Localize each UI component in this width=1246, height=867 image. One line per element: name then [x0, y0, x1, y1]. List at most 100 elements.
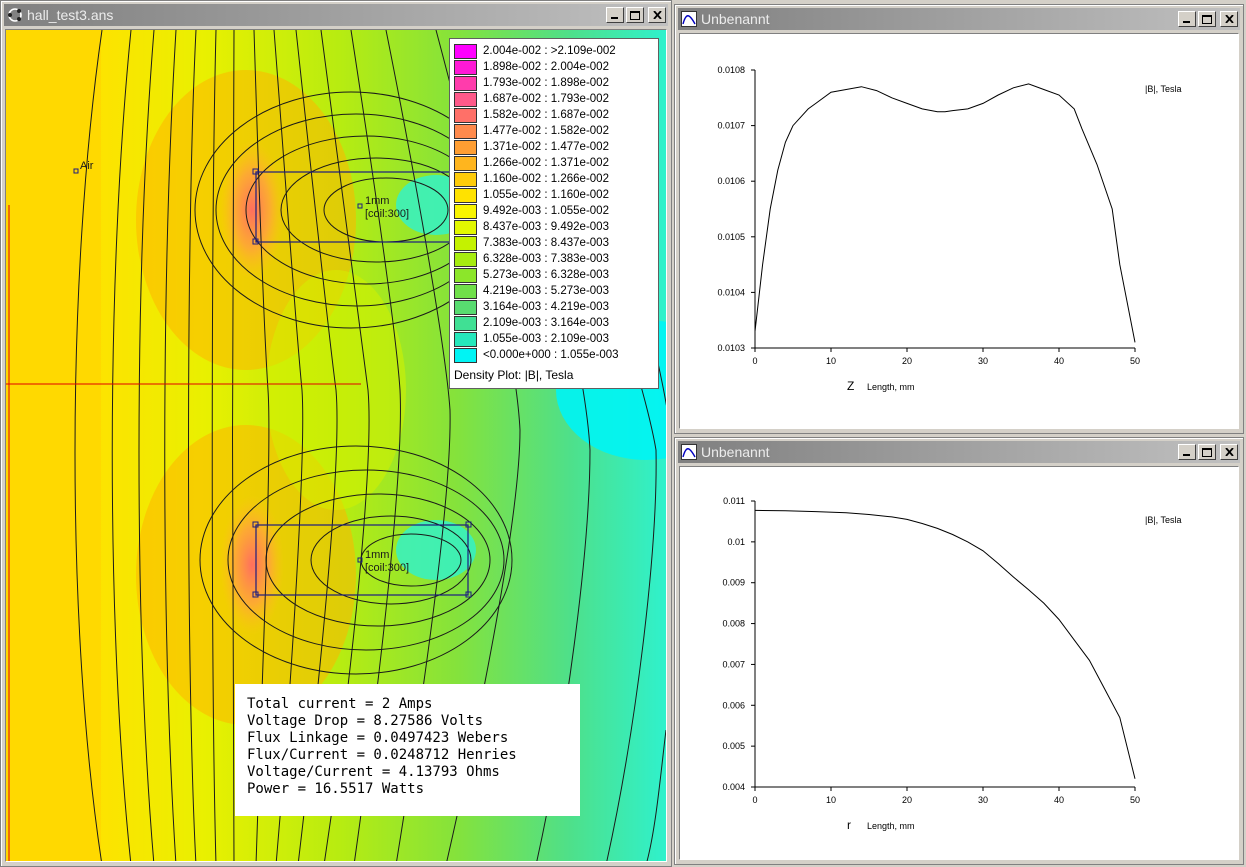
x-tick-label: 40	[1054, 795, 1064, 805]
legend-entry: 6.328e-003 : 7.383e-003	[454, 251, 609, 267]
close-button[interactable]	[1220, 444, 1238, 460]
legend-swatch	[454, 347, 477, 363]
close-button[interactable]	[648, 7, 666, 23]
circuit-results-panel: Total current = 2 Amps Voltage Drop = 8.…	[235, 684, 580, 816]
legend-entry: <0.000e+000 : 1.055e-003	[454, 347, 619, 363]
x-tick-label: 30	[978, 795, 988, 805]
y-tick-label: 0.008	[722, 619, 745, 629]
legend-entry: 1.371e-002 : 1.477e-002	[454, 139, 609, 155]
x-tick-label: 20	[902, 795, 912, 805]
y-tick-label: 0.005	[722, 741, 745, 751]
legend-entry: 1.055e-003 : 2.109e-003	[454, 331, 609, 347]
plot-window-z-title: Unbenannt	[701, 11, 770, 27]
y-tick-label: 0.0104	[717, 287, 745, 297]
series-line	[754, 509, 1136, 779]
legend-range: 1.793e-002 : 1.898e-002	[483, 77, 609, 89]
plot-z-chart[interactable]: 0.0108 0.0107 0.0106 0.0105 0.0104 0.0103 0 10 2…	[680, 34, 1239, 429]
plot-r-chart[interactable]: 0.011 0.01 0.009 0.008 0.007 0.006 0.005 0.004 0…	[680, 467, 1239, 860]
legend-range: 1.055e-002 : 1.160e-002	[483, 189, 609, 201]
plot-window-r: Unbenannt 0.011 0.01 0.009 0.008 0.007 0.006 0…	[674, 437, 1244, 865]
y-tick-label: 0.0105	[717, 232, 745, 242]
legend-range: 2.004e-002 : >2.109e-002	[483, 45, 616, 57]
result-voltage-per-current: Voltage/Current = 4.13793 Ohms	[247, 764, 500, 780]
legend-entry: 3.164e-003 : 4.219e-003	[454, 299, 609, 315]
result-flux-linkage: Flux Linkage = 0.0497423 Webers	[247, 730, 509, 746]
plot-icon[interactable]	[680, 443, 698, 461]
x-variable-label: r	[847, 818, 851, 832]
minimize-button[interactable]	[1178, 444, 1196, 460]
series-line	[754, 83, 1136, 343]
x-tick-label: 20	[902, 356, 912, 366]
legend-entry: 9.492e-003 : 1.055e-002	[454, 203, 609, 219]
legend-swatch	[454, 203, 477, 219]
plot-window-r-title: Unbenannt	[701, 444, 770, 460]
legend-range: 3.164e-003 : 4.219e-003	[483, 301, 609, 313]
maximize-button[interactable]	[1198, 444, 1216, 460]
legend-entry: 2.004e-002 : >2.109e-002	[454, 43, 616, 59]
legend-swatch	[454, 267, 477, 283]
legend-range: 1.266e-002 : 1.371e-002	[483, 157, 609, 169]
femm-app-icon[interactable]	[6, 6, 24, 24]
air-label: Air	[80, 160, 94, 172]
y-tick-label: 0.007	[722, 659, 745, 669]
legend-swatch	[454, 171, 477, 187]
legend-range: 1.582e-002 : 1.687e-002	[483, 109, 609, 121]
legend-swatch	[454, 187, 477, 203]
legend-swatch	[454, 107, 477, 123]
field-window-title: hall_test3.ans	[27, 7, 114, 23]
series-label: |B|, Tesla	[1145, 84, 1182, 94]
coil-bottom-circuit-label: [coil:300]	[365, 562, 410, 574]
plot-r-area[interactable]: 0.011 0.01 0.009 0.008 0.007 0.006 0.005 0.004 0…	[679, 466, 1239, 860]
x-axis-label: Length, mm	[867, 821, 915, 831]
legend-swatch	[454, 283, 477, 299]
legend-swatch	[454, 59, 477, 75]
legend-range: 1.371e-002 : 1.477e-002	[483, 141, 609, 153]
plot-icon[interactable]	[680, 10, 698, 28]
legend-range: 5.273e-003 : 6.328e-003	[483, 269, 609, 281]
y-tick-label: 0.01	[727, 537, 745, 547]
y-tick-label: 0.006	[722, 700, 745, 710]
close-button[interactable]	[1220, 11, 1238, 27]
legend-range: 1.898e-002 : 2.004e-002	[483, 61, 609, 73]
field-view[interactable]: Air 1mm [coil:300] 1mm [coil:300] Densit…	[5, 29, 667, 862]
legend-swatch	[454, 43, 477, 59]
legend-entry: 7.383e-003 : 8.437e-003	[454, 235, 609, 251]
minimize-button[interactable]	[1178, 11, 1196, 27]
plot-window-z-titlebar[interactable]: Unbenannt	[678, 8, 1240, 30]
y-tick-label: 0.0107	[717, 121, 745, 131]
x-tick-label: 40	[1054, 356, 1064, 366]
legend-range: 4.219e-003 : 5.273e-003	[483, 285, 609, 297]
coil-bottom-material-label: 1mm	[365, 549, 390, 561]
legend-range: 6.328e-003 : 7.383e-003	[483, 253, 609, 265]
y-tick-label: 0.011	[723, 496, 745, 506]
plot-z-area[interactable]: 0.0108 0.0107 0.0106 0.0105 0.0104 0.0103 0 10 2…	[679, 33, 1239, 429]
legend-caption: Density Plot: |B|, Tesla	[454, 368, 574, 382]
legend-entry: 2.109e-003 : 3.164e-003	[454, 315, 609, 331]
legend-swatch	[454, 299, 477, 315]
field-window-titlebar[interactable]: hall_test3.ans	[4, 4, 668, 26]
maximize-button[interactable]	[626, 7, 644, 23]
legend-swatch	[454, 331, 477, 347]
minimize-button[interactable]	[606, 7, 624, 23]
result-power: Power = 16.5517 Watts	[247, 781, 425, 797]
plot-window-z: Unbenannt 0.0108 0.0107 0.0106 0.0105 0.0104…	[674, 4, 1244, 434]
x-tick-label: 10	[826, 795, 836, 805]
legend-entry: 5.273e-003 : 6.328e-003	[454, 267, 609, 283]
maximize-button[interactable]	[1198, 11, 1216, 27]
result-total-current: Total current = 2 Amps	[247, 696, 433, 712]
legend-entry: 1.793e-002 : 1.898e-002	[454, 75, 609, 91]
coil-top-material-label: 1mm	[365, 195, 390, 207]
legend-swatch	[454, 123, 477, 139]
x-tick-label: 50	[1130, 356, 1140, 366]
plot-window-r-titlebar[interactable]: Unbenannt	[678, 441, 1240, 463]
legend-range: 7.383e-003 : 8.437e-003	[483, 237, 609, 249]
legend-entry: 4.219e-003 : 5.273e-003	[454, 283, 609, 299]
x-axis-label: Length, mm	[867, 382, 915, 392]
y-tick-label: 0.0103	[717, 343, 745, 353]
x-tick-label: 0	[752, 795, 757, 805]
y-tick-label: 0.004	[722, 782, 745, 792]
x-variable-label: Z	[847, 379, 854, 393]
legend-entry: 1.055e-002 : 1.160e-002	[454, 187, 609, 203]
x-tick-label: 10	[826, 356, 836, 366]
legend-entry: 1.160e-002 : 1.266e-002	[454, 171, 609, 187]
